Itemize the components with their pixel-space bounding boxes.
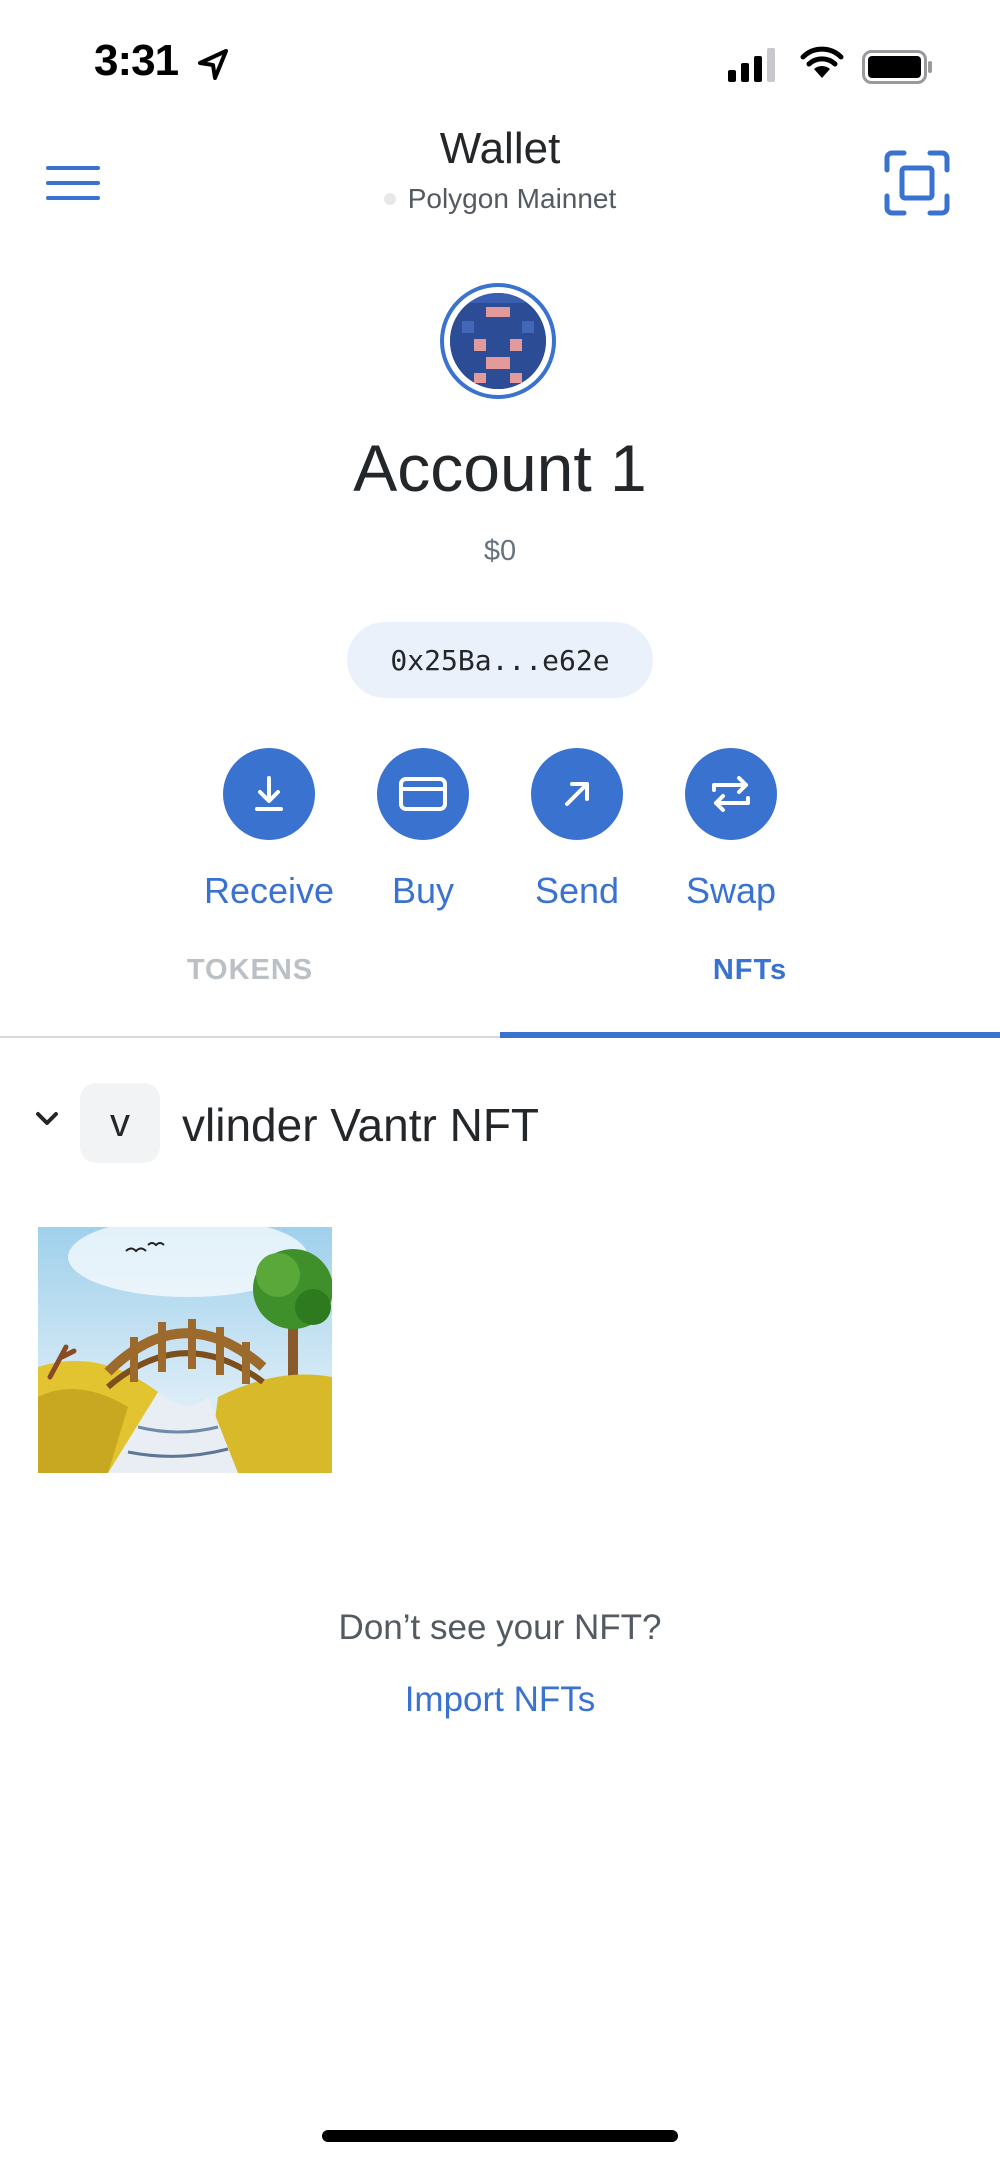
- location-arrow-icon: [198, 49, 228, 80]
- identicon-image: [450, 293, 546, 389]
- collection-name[interactable]: vlinder Vantr NFT: [182, 1098, 539, 1152]
- buy-label: Buy: [391, 870, 455, 911]
- missing-nft-prompt: Don’t see your NFT?: [338, 1608, 662, 1647]
- send-label: Send: [534, 870, 620, 911]
- scan-qr-icon[interactable]: [884, 150, 950, 216]
- cellular-signal-icon: [728, 48, 775, 82]
- download-icon: [255, 776, 283, 811]
- buy-button[interactable]: Buy: [348, 748, 498, 912]
- page-title: Wallet: [439, 124, 561, 173]
- chevron-down-icon[interactable]: [34, 1110, 60, 1128]
- active-tab-indicator: [500, 1032, 1000, 1038]
- account-address-button[interactable]: 0x25Ba...e62e: [347, 622, 653, 698]
- receive-label: Receive: [203, 870, 335, 911]
- send-button[interactable]: Send: [502, 748, 652, 912]
- account-name[interactable]: Account 1: [0, 430, 1000, 506]
- swap-circle[interactable]: [685, 748, 777, 840]
- network-selector[interactable]: Polygon Mainnet: [0, 183, 1000, 215]
- swap-label: Swap: [685, 870, 777, 911]
- tab-tokens[interactable]: TOKENS: [0, 954, 500, 987]
- receive-button[interactable]: Receive: [194, 748, 344, 912]
- tab-nfts[interactable]: NFTs: [500, 954, 1000, 987]
- account-balance: $0: [483, 535, 517, 567]
- swap-button[interactable]: Swap: [656, 748, 806, 912]
- network-status-dot: [383, 193, 396, 205]
- status-time: 3:31: [94, 36, 179, 85]
- arrow-up-right-icon: [565, 782, 589, 806]
- home-indicator: [322, 2130, 678, 2142]
- battery-icon: [862, 50, 932, 84]
- receive-circle[interactable]: [223, 748, 315, 840]
- collection-badge: v: [80, 1083, 160, 1163]
- network-name: Polygon Mainnet: [407, 183, 617, 214]
- swap-arrows-icon: [712, 776, 750, 812]
- nft-thumbnail[interactable]: [38, 1227, 332, 1473]
- buy-circle[interactable]: [377, 748, 469, 840]
- card-icon: [399, 777, 447, 811]
- send-circle[interactable]: [531, 748, 623, 840]
- account-avatar[interactable]: [440, 283, 556, 399]
- import-nfts-link[interactable]: Import NFTs: [0, 1680, 1000, 1720]
- wifi-icon: [800, 46, 844, 78]
